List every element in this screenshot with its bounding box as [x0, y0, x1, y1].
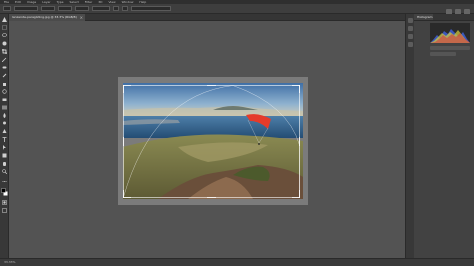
crop-box[interactable]: [123, 85, 300, 198]
tools-panel: [0, 14, 9, 258]
healing-brush-tool-icon[interactable]: [2, 65, 7, 70]
history-panel-icon[interactable]: [408, 18, 413, 23]
histogram-panel: Histogram: [414, 14, 474, 258]
crop-tool-icon[interactable]: [2, 49, 7, 54]
clone-stamp-tool-icon[interactable]: [2, 81, 7, 86]
pen-tool-icon[interactable]: [2, 129, 7, 134]
crop-settings-gear-icon[interactable]: [122, 6, 128, 11]
move-tool-icon[interactable]: [2, 17, 7, 22]
brush-tool-icon[interactable]: [2, 73, 7, 78]
panel-tab-histogram[interactable]: Histogram: [414, 14, 433, 20]
delete-cropped-pixels-checkbox[interactable]: [131, 6, 171, 11]
panel-dock: [405, 14, 414, 258]
marquee-tool-icon[interactable]: [2, 25, 7, 30]
rectangle-tool-icon[interactable]: [2, 153, 7, 158]
eyedropper-tool-icon[interactable]: [2, 57, 7, 62]
document-tab[interactable]: lanzarote-paragliding.jpg @ 33.3% (RGB/8…: [9, 14, 85, 21]
channel-select[interactable]: [430, 46, 470, 50]
layers-panel-icon[interactable]: [408, 42, 413, 47]
ratio-height-input[interactable]: [58, 6, 72, 11]
eraser-tool-icon[interactable]: [2, 97, 7, 102]
status-bar: 33.33%: [0, 258, 474, 266]
panel-controls: [430, 46, 470, 58]
adjustments-panel-icon[interactable]: [408, 34, 413, 39]
ratio-width-input[interactable]: [41, 6, 55, 11]
zoom-tool-icon[interactable]: [2, 169, 7, 174]
type-tool-icon[interactable]: [2, 137, 7, 142]
ratio-select[interactable]: [14, 6, 38, 11]
straighten-button[interactable]: [92, 6, 110, 11]
hand-tool-icon[interactable]: [2, 161, 7, 166]
document-tab-title: lanzarote-paragliding.jpg @ 33.3% (RGB/8…: [12, 15, 77, 19]
options-bar: [0, 4, 474, 15]
edit-toolbar-icon[interactable]: [2, 179, 7, 184]
overlay-options-icon[interactable]: [113, 6, 119, 11]
document-tab-bar: lanzarote-paragliding.jpg @ 33.3% (RGB/8…: [9, 14, 405, 21]
color-swatches-icon[interactable]: [1, 188, 8, 196]
zoom-level[interactable]: 33.33%: [4, 260, 15, 264]
quick-selection-tool-icon[interactable]: [2, 41, 7, 46]
crop-tool-preset-icon[interactable]: [3, 6, 11, 11]
histogram-graph: [430, 23, 470, 43]
path-selection-tool-icon[interactable]: [2, 145, 7, 150]
clear-button[interactable]: [75, 6, 89, 11]
blur-tool-icon[interactable]: [2, 113, 7, 118]
panel-header: Histogram: [414, 14, 474, 21]
lasso-tool-icon[interactable]: [2, 33, 7, 38]
source-select[interactable]: [430, 52, 456, 56]
dodge-tool-icon[interactable]: [2, 121, 7, 126]
close-icon[interactable]: ×: [80, 14, 83, 21]
history-brush-tool-icon[interactable]: [2, 89, 7, 94]
gradient-tool-icon[interactable]: [2, 105, 7, 110]
screen-mode-icon[interactable]: [2, 208, 7, 213]
properties-panel-icon[interactable]: [408, 26, 413, 31]
quick-mask-icon[interactable]: [2, 200, 7, 205]
